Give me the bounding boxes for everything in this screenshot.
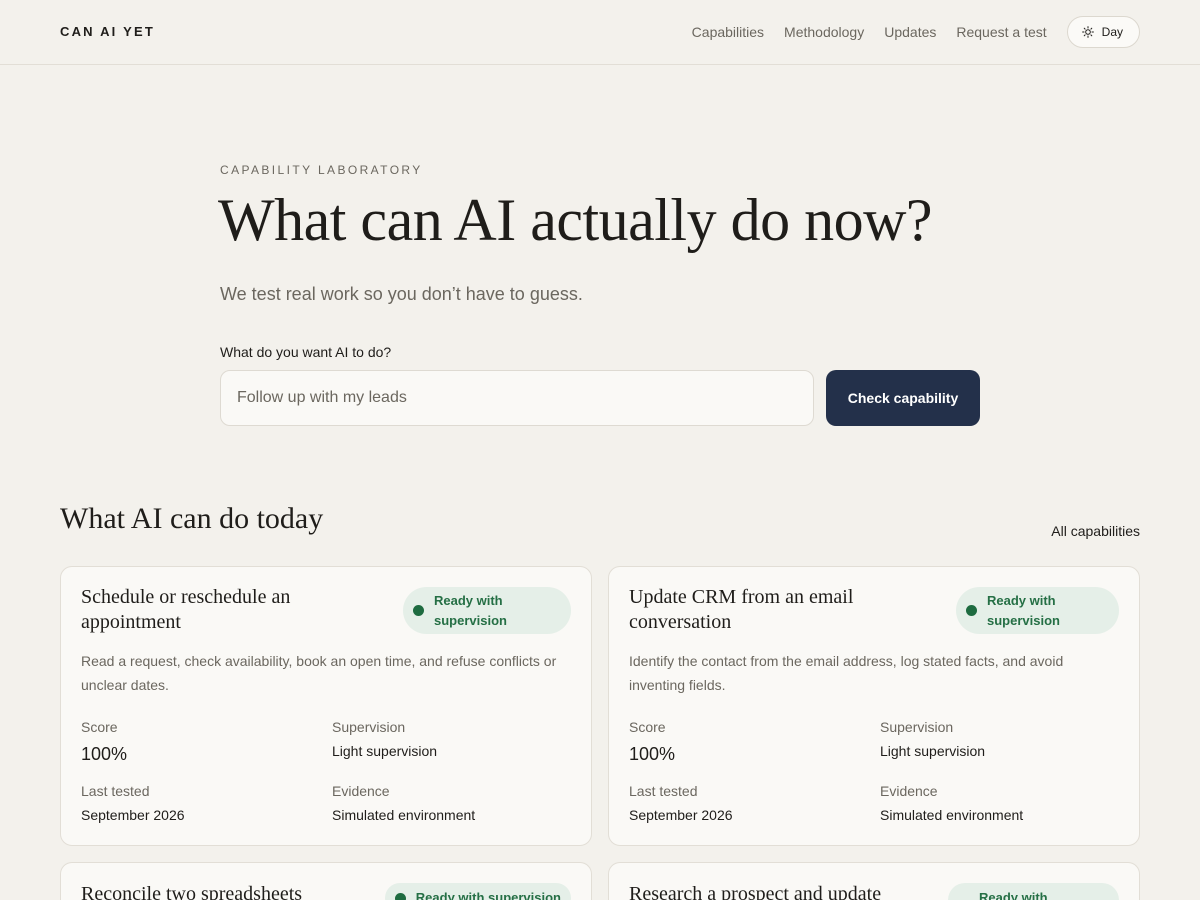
status-dot-icon [413,605,424,616]
capability-card[interactable]: Reconcile two spreadsheets Ready with su… [60,862,592,900]
task-input[interactable] [220,370,814,426]
supervision-label: Supervision [332,719,406,735]
section-title: What AI can do today [60,502,324,535]
supervision-value: Light supervision [332,743,438,759]
status-dot-icon [966,605,977,616]
task-field-label: What do you want AI to do? [220,344,392,360]
card-description: Read a request, check availability, book… [81,653,557,693]
brand-logo[interactable]: CAN AI YET [60,24,155,39]
evidence-value: Simulated environment [332,807,476,823]
status-badge-label: Ready with supervision [415,890,561,900]
card-title: Reconcile two spreadsheets [81,883,303,900]
nav-link-updates[interactable]: Updates [884,16,936,48]
last-tested-label: Last tested [81,783,150,799]
status-badge-label: Ready with [979,890,1048,900]
status-badge-label: Ready with supervision [434,592,507,628]
status-badge: Ready with [948,883,1119,900]
status-dot-icon [394,892,406,900]
card-description: Identify the contact from the email addr… [629,653,1064,693]
card-title: Schedule or reschedule an appointment [81,586,291,633]
nav-link-capabilities[interactable]: Capabilities [692,16,764,48]
nav-link-request-test[interactable]: Request a test [956,16,1046,48]
last-tested-value: September 2026 [629,807,733,823]
evidence-label: Evidence [332,783,390,799]
score-value: 100% [81,744,128,764]
score-label: Score [81,719,118,735]
main-nav: Capabilities Methodology Updates Request… [692,16,1140,48]
capability-card[interactable]: Research a prospect and update Ready wit… [608,862,1140,900]
card-title: Update CRM from an email conversation [629,586,854,633]
status-badge: Ready with supervision [384,883,571,900]
evidence-value: Simulated environment [880,807,1024,823]
status-badge: Ready with supervision [956,587,1119,634]
score-label: Score [629,719,666,735]
last-tested-value: September 2026 [81,807,185,823]
last-tested-label: Last tested [629,783,698,799]
check-capability-button[interactable]: Check capability [826,370,980,426]
sun-icon [1081,26,1094,38]
hero-eyebrow: CAPABILITY LABORATORY [220,163,423,177]
status-badge: Ready with supervision [403,587,571,634]
status-badge-label: Ready with supervision [987,592,1060,628]
theme-toggle-label: Day [1101,25,1123,39]
capability-card[interactable]: Update CRM from an email conversation Re… [608,566,1140,846]
supervision-value: Light supervision [880,743,986,759]
theme-toggle-button[interactable]: Day [1066,16,1140,48]
all-capabilities-link[interactable]: All capabilities [1051,523,1140,539]
card-title: Research a prospect and update [629,883,882,900]
capability-card[interactable]: Schedule or reschedule an appointment Re… [60,566,592,846]
hero-subtitle: We test real work so you don’t have to g… [220,284,583,304]
page-title: What can AI actually do now? [218,187,933,253]
nav-link-methodology[interactable]: Methodology [784,16,864,48]
supervision-label: Supervision [880,719,954,735]
score-value: 100% [629,744,676,764]
site-header: CAN AI YET Capabilities Methodology Upda… [0,0,1200,65]
evidence-label: Evidence [880,783,938,799]
